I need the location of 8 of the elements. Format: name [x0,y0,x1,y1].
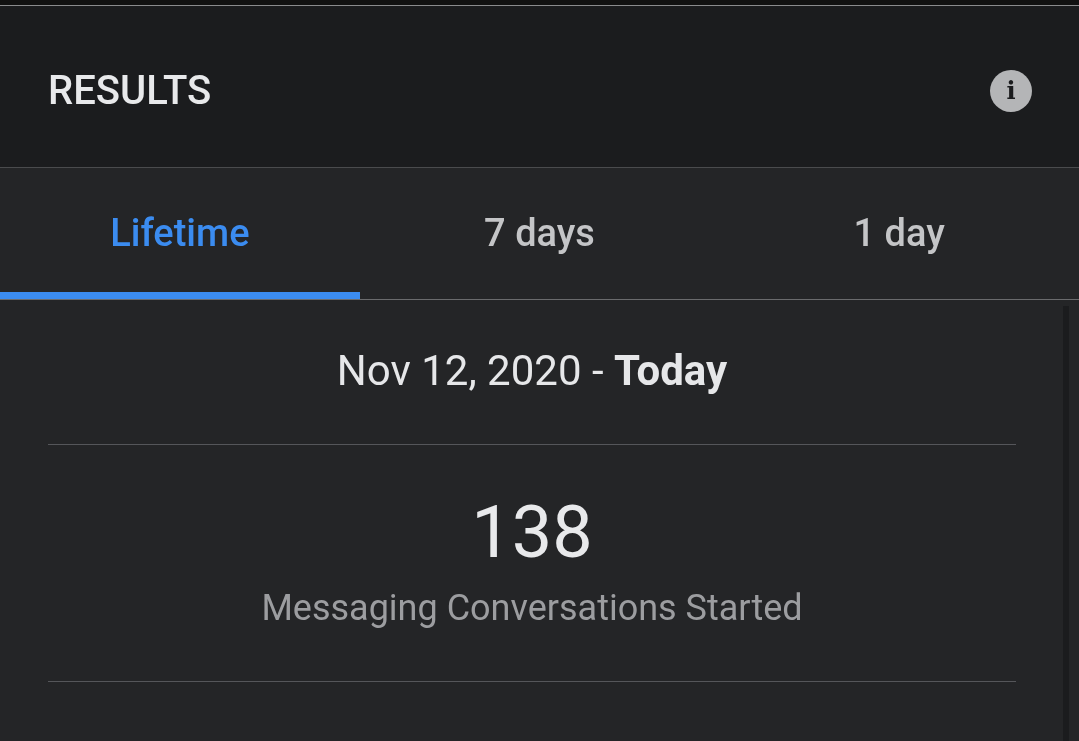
date-range: Nov 12, 2020 - Today [336,346,728,397]
period-tab[interactable]: 1 day [719,168,1079,299]
section-title: RESULTS [48,67,212,114]
period-tab[interactable]: Lifetime [0,168,360,299]
info-icon[interactable]: i [990,69,1032,112]
period-tab[interactable]: 7 days [359,168,720,299]
metric-value: 138 [471,497,593,569]
metric-label: Messaging Conversations Started [261,587,803,629]
